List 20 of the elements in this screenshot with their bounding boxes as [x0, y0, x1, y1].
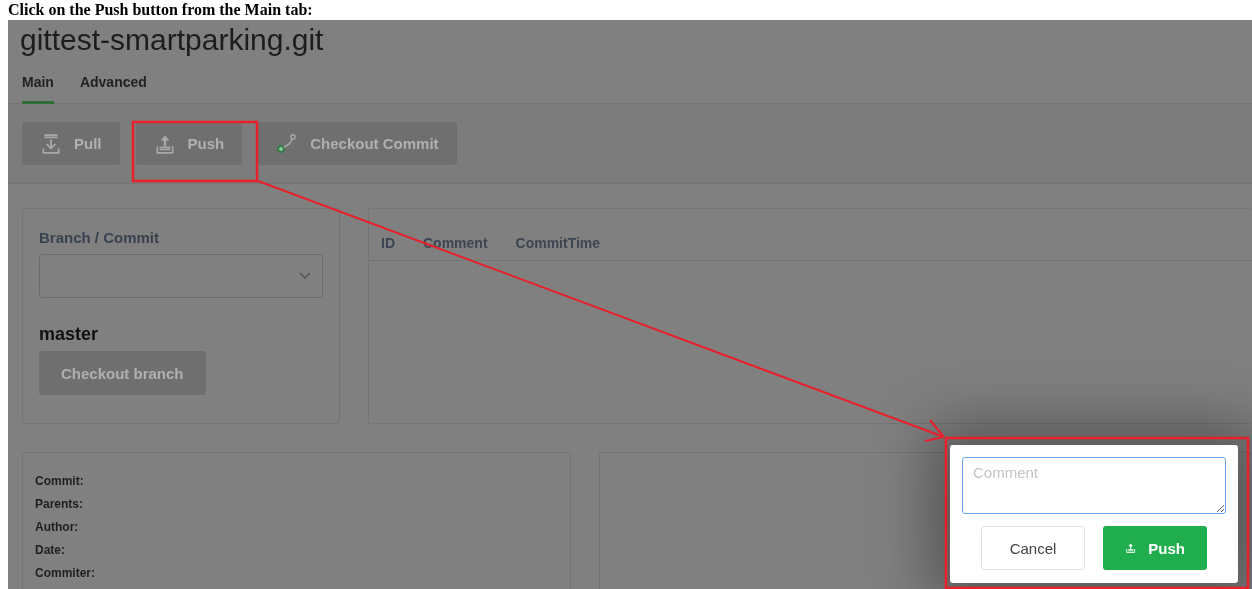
current-branch: master [39, 324, 100, 345]
download-icon [40, 132, 62, 155]
branch-select[interactable] [39, 254, 323, 298]
column-header: CommitTime [515, 235, 601, 251]
field-label: Branch / Commit [39, 229, 160, 246]
chevron-down-icon [298, 271, 312, 281]
branch-icon [276, 132, 299, 155]
column-header: Comment [423, 235, 488, 251]
tab[interactable]: Advanced [79, 74, 157, 104]
cancel-button[interactable]: Cancel [981, 526, 1085, 570]
field-label: Author: [35, 519, 80, 536]
push-button[interactable]: Push [1103, 526, 1207, 570]
repository-title: gittest-smartparking.git [19, 22, 325, 58]
field-label: Commiter: [35, 565, 96, 582]
field-label: Commit: [35, 473, 85, 490]
field-label: Date: [35, 542, 66, 559]
field-label: Parents: [35, 496, 85, 513]
column-header: ID [381, 235, 395, 251]
instruction-text: Click on the Push button from the Main tab: [8, 0, 313, 20]
comment-field[interactable]: Comment [962, 457, 1226, 514]
